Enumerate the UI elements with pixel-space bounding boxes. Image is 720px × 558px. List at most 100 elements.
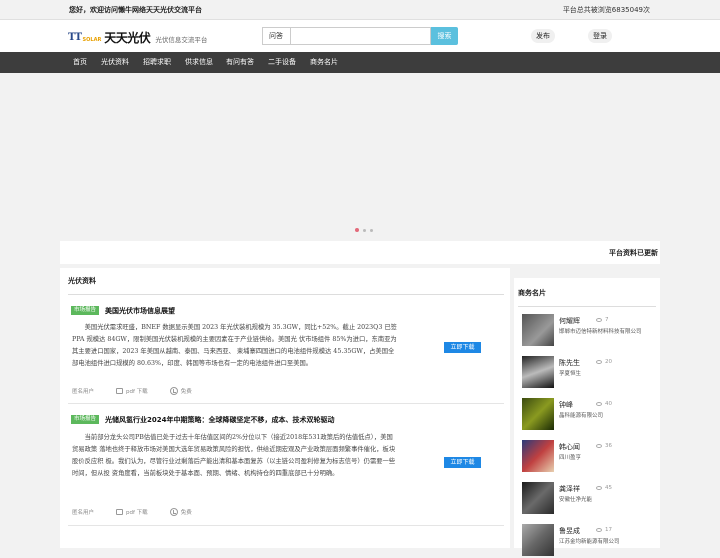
divider [518,306,656,307]
publish-button[interactable]: 发布 [531,29,555,43]
docs-panel: 光伏资料 市场报告 美国光伏市场信息展望 美国光伏需求旺盛，BNEF 数据显示美… [60,268,510,548]
download-button[interactable]: 立即下载 [444,457,481,468]
top-bar: 您好，欢迎访问懒牛网络天天光伏交流平台 平台总共被浏览6835049次 [0,0,720,20]
search-bar: 问答 搜索 [262,27,458,45]
business-card[interactable]: 钟峰 40 晶科能源有限公司 [522,398,658,432]
search-button[interactable]: 搜索 [431,27,458,45]
nav-item-supply[interactable]: 供求信息 [185,52,213,73]
card-name[interactable]: 龚泽祥 [559,484,580,494]
nav-item-business-cards[interactable]: 商务名片 [310,52,338,73]
side-title: 商务名片 [518,289,546,297]
carousel-dot-1[interactable] [355,228,359,232]
view-count: 40 [596,401,612,407]
card-org: 江苏金均新能源有限公司 [559,539,620,545]
article-meta: 匿名用户 pdf 下载 免费 [72,386,214,396]
article-title[interactable]: 光储风氢行业2024年中期策略：全球降碳坚定不移，成本、技术双轮驱动 [105,415,334,425]
view-count-value: 20 [605,359,612,365]
view-counter: 平台总共被浏览6835049次 [562,6,650,14]
author: 匿名用户 [72,508,94,516]
eye-icon [596,444,602,448]
card-org: 安徽仕净光能 [559,497,593,503]
author: 匿名用户 [72,387,94,395]
nav-item-qa[interactable]: 有问有答 [226,52,254,73]
view-count-value: 36 [605,443,612,449]
article-title[interactable]: 美国光伏市场信息展望 [105,306,175,316]
article-meta: 匿名用户 pdf 下载 免费 [72,507,214,517]
avatar[interactable] [522,440,554,472]
article-divider [68,525,504,526]
welcome-text: 您好，欢迎访问懒牛网络天天光伏交流平台 [69,6,202,14]
category-tag[interactable]: 市场报告 [71,415,99,424]
eye-icon [596,402,602,406]
file-type: pdf 下载 [116,387,148,395]
view-count-value: 7 [605,317,609,323]
file-type-label: pdf 下载 [126,510,148,516]
nav-item-pv-docs[interactable]: 光伏资料 [101,52,129,73]
clock-icon [169,387,178,395]
card-org: 晶科能源有限公司 [559,413,604,419]
business-card[interactable]: 龚泽祥 45 安徽仕净光能 [522,482,658,516]
article-summary: 当前部分龙头公司PB估值已处于过去十年估值区间的2%分位以下（接近2018年53… [72,434,396,477]
file-type-label: pdf 下载 [126,389,148,395]
view-count: 45 [596,485,612,491]
price: 免费 [169,387,192,395]
banner-carousel[interactable] [0,73,720,241]
logo-solar: SOLAR [82,36,102,43]
folder-icon [116,388,124,394]
business-card[interactable]: 何耀辉 7 邯郸市迈信特新材料科技有限公司 [522,314,658,348]
carousel-dot-3[interactable] [370,228,373,232]
logo-slogan: 光伏信息交流平台 [155,35,208,44]
article-divider [68,403,504,404]
view-count-value: 45 [605,485,612,491]
card-org: 四川盈亨 [559,455,582,461]
card-name[interactable]: 陈先生 [559,358,580,368]
avatar[interactable] [522,524,554,556]
view-count: 17 [596,527,612,533]
header: TT SOLAR 天天光伏 光伏信息交流平台 问答 搜索 发布 登录 [0,20,720,52]
login-button[interactable]: 登录 [588,29,612,43]
view-count-value: 40 [605,401,612,407]
avatar[interactable] [522,482,554,514]
folder-icon [116,509,124,515]
eye-icon [596,318,602,322]
nav-item-jobs[interactable]: 招聘求职 [143,52,171,73]
eye-icon [596,528,602,532]
nav-item-used-equipment[interactable]: 二手设备 [268,52,296,73]
price-label: 免费 [180,389,192,395]
clock-icon [169,508,178,516]
avatar[interactable] [522,356,554,388]
card-name[interactable]: 何耀辉 [559,316,580,326]
avatar[interactable] [522,398,554,430]
business-card[interactable]: 韩心闻 36 四川盈亨 [522,440,658,474]
eye-icon [596,360,602,364]
avatar[interactable] [522,314,554,346]
notice-title[interactable]: 平台资料已更新 [609,248,658,258]
author-name: 匿名用户 [72,510,95,516]
card-org: 孚夏恒生 [559,371,582,377]
view-count: 7 [596,317,609,323]
article-summary: 美国光伏需求旺盛，BNEF 数据显示美国 2023 年光伏装机规模为 35.3G… [72,324,397,367]
business-card[interactable]: 鲁昱成 17 江苏金均新能源有限公司 [522,524,658,558]
category-tag[interactable]: 市场报告 [71,306,99,315]
carousel-dots [355,228,373,232]
business-card[interactable]: 陈先生 20 孚夏恒生 [522,356,658,390]
business-cards-panel: 商务名片 何耀辉 7 邯郸市迈信特新材料科技有限公司 陈先生 20 孚夏恒生 钟… [514,278,660,556]
divider [68,294,504,295]
card-name[interactable]: 鲁昱成 [559,526,580,536]
card-name[interactable]: 钟峰 [559,400,573,410]
price: 免费 [169,508,192,516]
card-name[interactable]: 韩心闻 [559,442,580,452]
search-input[interactable] [290,27,431,45]
card-org: 邯郸市迈信特新材料科技有限公司 [559,329,642,335]
file-type: pdf 下载 [116,508,148,516]
site-logo[interactable]: TT SOLAR 天天光伏 光伏信息交流平台 [68,28,207,46]
nav-item-home[interactable]: 首页 [73,52,87,73]
eye-icon [596,486,602,490]
view-count: 36 [596,443,612,449]
logo-tt: TT [68,31,82,43]
download-button[interactable]: 立即下载 [444,342,481,353]
view-count-value: 17 [605,527,612,533]
search-type-select[interactable]: 问答 [262,27,290,45]
carousel-dot-2[interactable] [363,228,366,232]
price-label: 免费 [180,510,192,516]
